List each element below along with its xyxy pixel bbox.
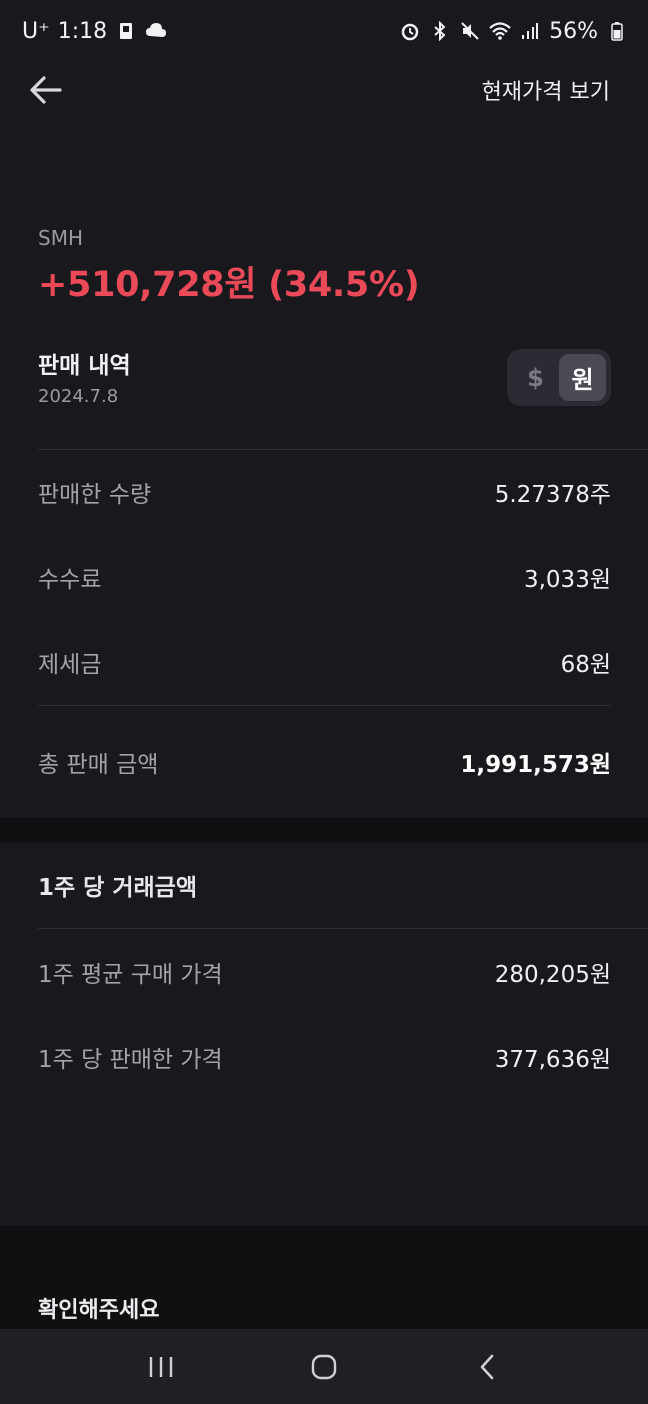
ticker-symbol: SMH	[38, 226, 83, 250]
cloud-icon	[145, 20, 167, 42]
row-value: 377,636원	[494, 1047, 611, 1073]
signal-icon	[519, 20, 541, 42]
system-nav-bar	[0, 1329, 648, 1404]
divider	[38, 705, 611, 706]
battery-percent: 56%	[549, 18, 598, 44]
per-share-title: 1주 당 거래금액	[38, 875, 197, 901]
detail-row-tax: 제세금 68원	[38, 645, 611, 679]
alarm-icon	[399, 20, 421, 42]
detail-row-sell-price: 1주 당 판매한 가격 377,636원	[38, 1040, 611, 1074]
notice-title: 확인해주세요	[38, 1298, 160, 1323]
row-label: 총 판매 금액	[38, 752, 159, 778]
divider	[38, 449, 648, 450]
back-icon	[480, 1354, 493, 1379]
total-sell-amount-row: 총 판매 금액 1,991,573원	[38, 745, 611, 779]
carrier-label: U⁺	[22, 18, 50, 44]
top-app-bar: 현재가격 보기	[0, 62, 648, 118]
back-button[interactable]	[28, 72, 64, 108]
notification-icon	[115, 20, 137, 42]
currency-option-won[interactable]: 원	[559, 354, 606, 401]
row-label: 1주 당 판매한 가격	[38, 1047, 223, 1073]
home-icon	[311, 1354, 337, 1379]
profit-amount: +510,728원 (34.5%)	[38, 265, 420, 305]
mute-icon	[459, 20, 481, 42]
currency-toggle[interactable]: $ 원	[507, 349, 611, 406]
clock: 1:18	[57, 18, 108, 44]
bluetooth-icon	[429, 20, 451, 42]
status-bar-left: U⁺ 1:18	[22, 19, 167, 44]
row-value: 3,033원	[523, 567, 611, 593]
status-bar-right: 56%	[399, 19, 628, 44]
row-label: 제세금	[38, 652, 102, 678]
home-button[interactable]	[294, 1337, 354, 1397]
detail-row-avg-buy-price: 1주 평균 구매 가격 280,205원	[38, 955, 611, 989]
row-label: 1주 평균 구매 가격	[38, 962, 223, 988]
recent-apps-button[interactable]	[131, 1337, 191, 1397]
sell-date: 2024.7.8	[38, 386, 119, 407]
row-label: 판매한 수량	[38, 482, 152, 508]
row-value: 1,991,573원	[460, 752, 611, 778]
wifi-icon	[489, 20, 511, 42]
status-bar: U⁺ 1:18 56%	[0, 0, 648, 62]
view-current-price-button[interactable]: 현재가격 보기	[482, 74, 610, 106]
recent-apps-icon	[150, 1356, 173, 1377]
arrow-left-icon	[30, 76, 62, 104]
row-label: 수수료	[38, 567, 102, 593]
row-value: 280,205원	[494, 962, 611, 988]
row-value: 5.27378주	[494, 482, 611, 508]
detail-row-fee: 수수료 3,033원	[38, 560, 611, 594]
section-separator	[0, 818, 648, 843]
battery-icon	[606, 20, 628, 42]
sell-history-title: 판매 내역	[38, 353, 131, 379]
system-back-button[interactable]	[457, 1337, 517, 1397]
divider	[38, 928, 648, 929]
currency-option-dollar[interactable]: $	[512, 354, 559, 401]
row-value: 68원	[560, 652, 611, 678]
detail-row-quantity: 판매한 수량 5.27378주	[38, 475, 611, 509]
